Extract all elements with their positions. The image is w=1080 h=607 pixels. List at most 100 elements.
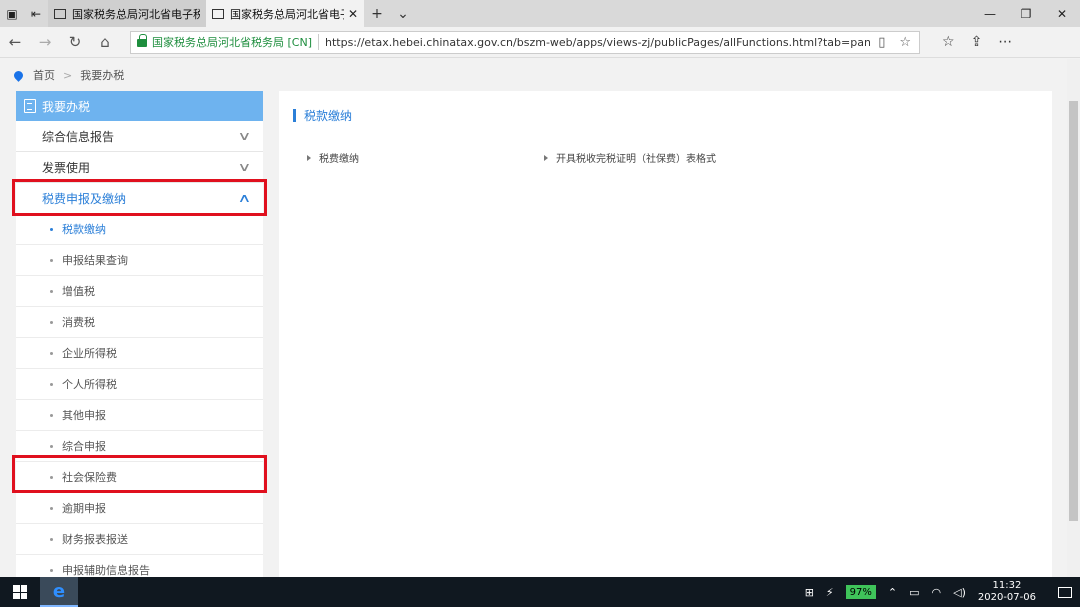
- sidebar-item-label: 企业所得税: [62, 347, 117, 360]
- function-link-tax-certificate[interactable]: 开具税收完税证明（社保费）表格式: [544, 150, 716, 165]
- reading-view-icon[interactable]: ▯: [878, 35, 885, 50]
- close-tab-icon[interactable]: ✕: [348, 7, 358, 21]
- caret-right-icon: [307, 154, 311, 161]
- home-icon[interactable]: ⌂: [90, 33, 120, 51]
- category-label: 发票使用: [42, 160, 91, 175]
- favorites-icon[interactable]: ☆: [942, 34, 955, 50]
- sidebar-item-label: 财务报表报送: [62, 533, 128, 546]
- tab-list-chevron-icon[interactable]: ⌄: [390, 0, 416, 27]
- bullet-icon: [50, 382, 53, 386]
- sidebar-item-label: 其他申报: [62, 409, 106, 422]
- browser-tab-2[interactable]: 国家税务总局河北省电子税务局 ✕: [206, 0, 364, 27]
- title-accent-bar: [293, 109, 296, 122]
- clock-time: 11:32: [992, 580, 1022, 591]
- sidebar-item-corporate-income-tax[interactable]: 企业所得税: [16, 338, 263, 369]
- sidebar-item-overdue-filing[interactable]: 逾期申报: [16, 493, 263, 524]
- system-tray: ⊞ ⚡ 97% ⌃ ▭ ◠ ◁) 11:32 2020-07-06: [805, 580, 1080, 604]
- sidebar-item-other-filing[interactable]: 其他申报: [16, 400, 263, 431]
- wifi-icon[interactable]: ◠: [932, 586, 942, 599]
- main-content-panel: 税款缴纳 税费缴纳 开具税收完税证明（社保费）表格式: [279, 91, 1052, 577]
- tab-title: 国家税务总局河北省电子税务局: [230, 7, 344, 21]
- sidebar-item-filing-result[interactable]: 申报结果查询: [16, 245, 263, 276]
- bullet-icon: [50, 568, 53, 572]
- browser-tab-bar: ▣ ⇤ 国家税务总局河北省电子税务局 国家税务总局河北省电子税务局 ✕ + ⌄ …: [0, 0, 1080, 27]
- bullet-icon: [50, 506, 53, 510]
- tab-title: 国家税务总局河北省电子税务局: [72, 7, 200, 21]
- bullet-icon: [50, 351, 53, 355]
- back-icon[interactable]: ←: [0, 33, 30, 51]
- windows-start-icon[interactable]: [0, 577, 40, 607]
- bullet-icon: [50, 537, 53, 541]
- share-icon[interactable]: ⇪: [971, 34, 983, 50]
- sidebar-item-label: 申报结果查询: [62, 254, 128, 267]
- sidebar-category-info-report[interactable]: 综合信息报告 ∨: [16, 121, 263, 152]
- close-window-icon[interactable]: ✕: [1044, 0, 1080, 27]
- breadcrumb-current: 我要办税: [80, 69, 125, 82]
- sidebar-item-personal-income-tax[interactable]: 个人所得税: [16, 369, 263, 400]
- bullet-icon: [50, 413, 53, 417]
- category-label: 综合信息报告: [42, 129, 115, 144]
- function-link-label: 税费缴纳: [319, 154, 359, 165]
- window-controls: — ❐ ✕: [972, 0, 1080, 27]
- sidebar-item-vat[interactable]: 增值税: [16, 276, 263, 307]
- sidebar-item-label: 综合申报: [62, 440, 106, 453]
- caret-right-icon: [544, 154, 548, 161]
- breadcrumb-separator: >: [63, 68, 73, 82]
- windows-taskbar: e ⊞ ⚡ 97% ⌃ ▭ ◠ ◁) 11:32 2020-07-06: [0, 577, 1080, 607]
- scrollbar-thumb[interactable]: [1069, 101, 1078, 521]
- set-tabs-aside-icon[interactable]: ⇤: [24, 0, 48, 27]
- sidebar-header: 我要办税: [16, 91, 263, 121]
- browser-tab-1[interactable]: 国家税务总局河北省电子税务局: [48, 0, 206, 27]
- sidebar: 我要办税 综合信息报告 ∨ 发票使用 ∨ 税费申报及缴纳 ∧ 税款缴纳 申报结果…: [16, 91, 263, 577]
- highlight-box-social-insurance: [12, 455, 267, 493]
- refresh-icon[interactable]: ↻: [60, 33, 90, 51]
- sidebar-header-label: 我要办税: [42, 99, 91, 114]
- battery-icon[interactable]: ▭: [909, 586, 919, 599]
- sidebar-item-financial-report[interactable]: 财务报表报送: [16, 524, 263, 555]
- location-pin-icon: [12, 68, 25, 82]
- battery-indicator[interactable]: 97%: [845, 585, 876, 599]
- tab-manager-icon[interactable]: ▣: [0, 0, 24, 27]
- minimize-icon[interactable]: —: [972, 0, 1008, 27]
- more-icon[interactable]: ⋯: [998, 34, 1012, 50]
- address-toolbar: ← → ↻ ⌂ 国家税务总局河北省税务局 [CN] https://etax.h…: [0, 27, 1080, 58]
- forward-icon[interactable]: →: [30, 33, 60, 51]
- breadcrumb-home[interactable]: 首页: [33, 67, 55, 83]
- sidebar-item-label: 增值税: [62, 285, 95, 298]
- page-icon: [212, 8, 224, 19]
- sidebar-item-label: 个人所得税: [62, 378, 117, 391]
- breadcrumb: 首页 > 我要办税: [12, 67, 125, 83]
- bullet-icon: [50, 320, 53, 324]
- lock-icon: [137, 34, 147, 47]
- sidebar-item-label: 申报辅助信息报告: [62, 564, 150, 577]
- clock-date: 2020-07-06: [977, 592, 1036, 603]
- sidebar-item-tax-payment[interactable]: 税款缴纳: [16, 214, 263, 245]
- url-text[interactable]: https://etax.hebei.chinatax.gov.cn/bszm-…: [319, 36, 870, 49]
- new-tab-icon[interactable]: +: [364, 0, 390, 27]
- sidebar-item-consumption-tax[interactable]: 消费税: [16, 307, 263, 338]
- function-link-tax-payment[interactable]: 税费缴纳: [307, 150, 359, 165]
- address-bar[interactable]: 国家税务总局河北省税务局 [CN] https://etax.hebei.chi…: [130, 30, 920, 54]
- sidebar-item-label: 税款缴纳: [62, 223, 106, 236]
- sidebar-item-auxiliary-report[interactable]: 申报辅助信息报告: [16, 555, 263, 577]
- web-page: 首页 > 我要办税 我要办税 综合信息报告 ∨ 发票使用 ∨ 税费申报及缴纳 ∧…: [0, 59, 1080, 577]
- chevron-down-icon: ∨: [237, 160, 252, 174]
- tray-expand-icon[interactable]: ⌃: [888, 586, 897, 599]
- volume-icon[interactable]: ◁): [953, 586, 966, 599]
- power-plug-icon[interactable]: ⚡: [826, 586, 834, 599]
- input-method-icon[interactable]: ⊞: [805, 586, 814, 599]
- content-title-label: 税款缴纳: [304, 109, 353, 123]
- bullet-icon: [50, 258, 53, 262]
- document-icon: [24, 99, 36, 113]
- bullet-icon: [50, 289, 53, 293]
- notification-icon[interactable]: [1058, 586, 1072, 598]
- edge-browser-icon[interactable]: e: [40, 577, 78, 607]
- system-clock[interactable]: 11:32 2020-07-06: [978, 580, 1036, 604]
- restore-icon[interactable]: ❐: [1008, 0, 1044, 27]
- bullet-icon: [50, 444, 53, 448]
- sidebar-item-label: 消费税: [62, 316, 95, 329]
- site-identity[interactable]: 国家税务总局河北省税务局 [CN]: [152, 34, 319, 50]
- favorite-star-icon[interactable]: ☆: [899, 35, 911, 50]
- chevron-down-icon: ∨: [237, 129, 252, 143]
- sidebar-item-label: 逾期申报: [62, 502, 106, 515]
